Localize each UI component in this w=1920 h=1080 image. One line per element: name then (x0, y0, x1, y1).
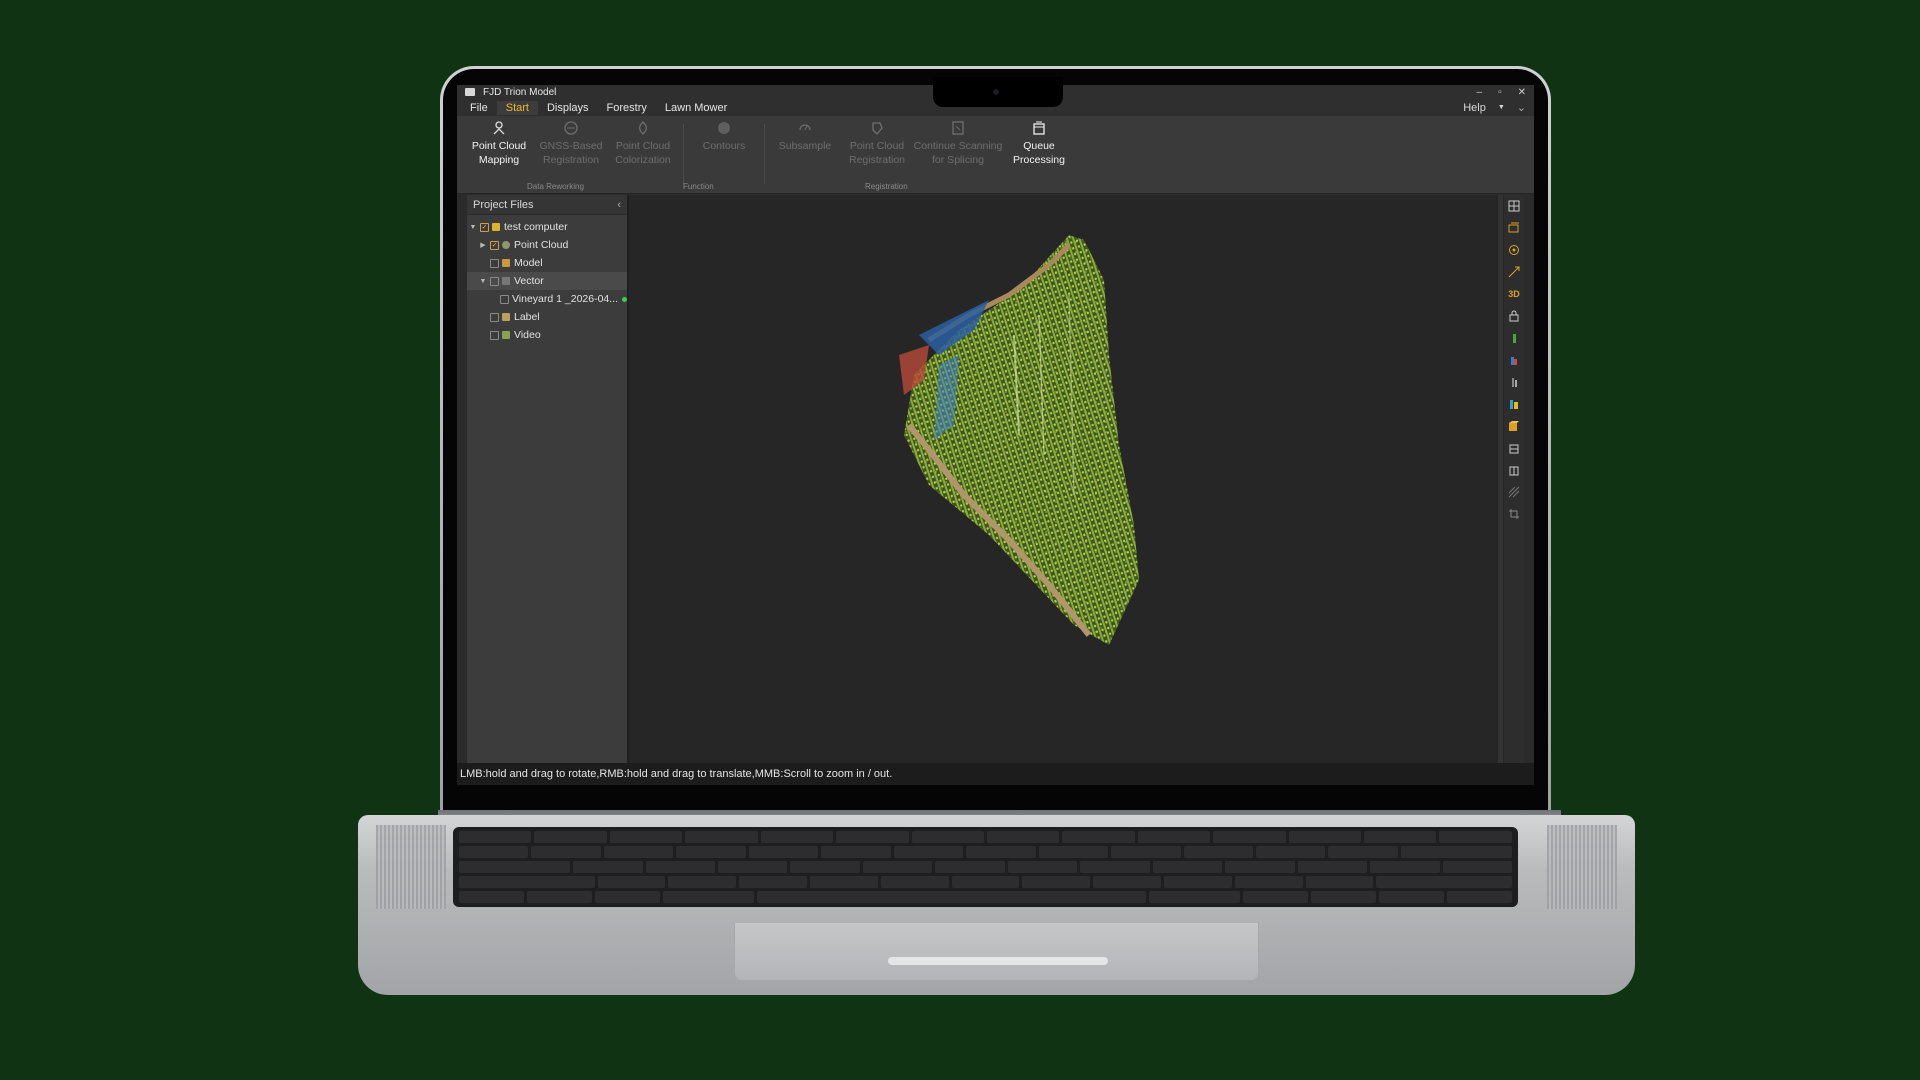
model-icon (502, 259, 510, 267)
speaker-grille-right (1547, 825, 1617, 909)
status-dot-icon (622, 296, 627, 302)
splicing-icon (950, 120, 966, 136)
tree-item-video[interactable]: Video (467, 326, 627, 344)
checkbox[interactable] (490, 276, 499, 286)
label-icon (502, 313, 510, 321)
contours-button[interactable]: Contours (688, 118, 760, 153)
app-logo-icon (465, 88, 475, 96)
speaker-grille-left (376, 825, 446, 909)
menu-start[interactable]: Start (496, 100, 538, 115)
expand-icon[interactable]: ▼ (469, 224, 477, 231)
vector-icon (502, 277, 510, 285)
menu-forestry[interactable]: Forestry (598, 101, 656, 115)
gnss-registration-button[interactable]: GNSS-Based Registration (535, 118, 607, 167)
camera-notch (933, 77, 1063, 107)
lid-opening-notch (888, 957, 1108, 965)
mapping-icon (491, 120, 507, 136)
status-hint: LMB:hold and drag to rotate,RMB:hold and… (460, 768, 893, 780)
checkbox[interactable] (490, 312, 499, 322)
registration-icon (869, 120, 885, 136)
point-cloud-icon (502, 241, 510, 249)
laptop-lid: FJD Trion Model – ▫ ✕ File Start Display… (440, 66, 1551, 818)
expand-icon[interactable]: ▼ (479, 278, 487, 285)
panel-title: Project Files (473, 198, 534, 211)
ribbon-separator (683, 124, 684, 184)
help-menu[interactable]: Help (1463, 102, 1486, 114)
video-icon (502, 331, 510, 339)
point-cloud-registration-button[interactable]: Point Cloud Registration (841, 118, 913, 167)
group-label-function: Function (683, 182, 714, 191)
checkbox[interactable]: ✓ (490, 240, 499, 250)
restore-button[interactable]: ▫ (1498, 87, 1502, 98)
window-title: FJD Trion Model (483, 86, 557, 98)
project-tree: ▼ ✓ test computer ▶ ✓ Point Cloud Model … (467, 215, 627, 344)
help-dropdown-icon[interactable]: ▼ (1498, 104, 1505, 111)
panel-collapse-icon[interactable]: ‹ (617, 199, 621, 211)
3d-viewport[interactable] (629, 195, 1504, 763)
checkbox[interactable] (500, 294, 509, 304)
minimize-button[interactable]: – (1477, 87, 1483, 98)
screen-bezel: FJD Trion Model – ▫ ✕ File Start Display… (443, 69, 1548, 815)
group-label-data: Data Reworking (527, 182, 584, 191)
tree-item-label[interactable]: Label (467, 308, 627, 326)
group-label-registration: Registration (865, 182, 908, 191)
checkbox[interactable] (490, 258, 499, 268)
ribbon-separator (764, 124, 765, 184)
panel-header: Project Files ‹ (467, 195, 627, 215)
expand-icon[interactable]: ▶ (479, 241, 487, 249)
point-cloud-colorization-button[interactable]: Point Cloud Colorization (607, 118, 679, 167)
menu-lawn-mower[interactable]: Lawn Mower (656, 101, 736, 115)
app-window: FJD Trion Model – ▫ ✕ File Start Display… (457, 85, 1534, 785)
subsample-button[interactable]: Subsample (769, 118, 841, 153)
camera-icon (993, 89, 999, 95)
ribbon-toolbar: Point Cloud Mapping GNSS-Based Registrat… (457, 116, 1534, 194)
folder-icon (492, 223, 500, 231)
gnss-icon (563, 120, 579, 136)
tree-item-vineyard[interactable]: Vineyard 1 _2026-04... (467, 290, 627, 308)
tree-item-model[interactable]: Model (467, 254, 627, 272)
keyboard (453, 827, 1518, 907)
menu-displays[interactable]: Displays (538, 101, 598, 115)
ribbon-collapse-icon[interactable]: ⌄ (1517, 101, 1526, 114)
viewport-scrollbar[interactable] (1498, 195, 1503, 763)
checkbox[interactable] (490, 330, 499, 340)
laptop-base (358, 815, 1635, 995)
continue-scanning-button[interactable]: Continue Scanning for Splicing (913, 118, 1003, 167)
point-cloud-mapping-button[interactable]: Point Cloud Mapping (463, 118, 535, 167)
colorization-icon (635, 120, 651, 136)
tree-item-point-cloud[interactable]: ▶ ✓ Point Cloud (467, 236, 627, 254)
status-bar: LMB:hold and drag to rotate,RMB:hold and… (457, 763, 1534, 785)
point-cloud-render (899, 235, 1139, 645)
help-area: Help ▼ ⌄ (1463, 101, 1530, 115)
contours-icon (716, 120, 732, 136)
tree-item-test-computer[interactable]: ▼ ✓ test computer (467, 218, 627, 236)
close-button[interactable]: ✕ (1518, 87, 1526, 98)
queue-icon (1031, 120, 1047, 136)
subsample-icon (797, 120, 813, 136)
queue-processing-button[interactable]: Queue Processing (1003, 118, 1075, 167)
work-area: Project Files ‹ ▼ ✓ test computer ▶ ✓ Po… (457, 195, 1534, 763)
trackpad (734, 923, 1259, 981)
menu-file[interactable]: File (461, 101, 497, 115)
tree-item-vector[interactable]: ▼ Vector (467, 272, 627, 290)
window-controls: – ▫ ✕ (1477, 87, 1527, 98)
project-files-panel: Project Files ‹ ▼ ✓ test computer ▶ ✓ Po… (467, 195, 629, 763)
checkbox[interactable]: ✓ (480, 222, 489, 232)
